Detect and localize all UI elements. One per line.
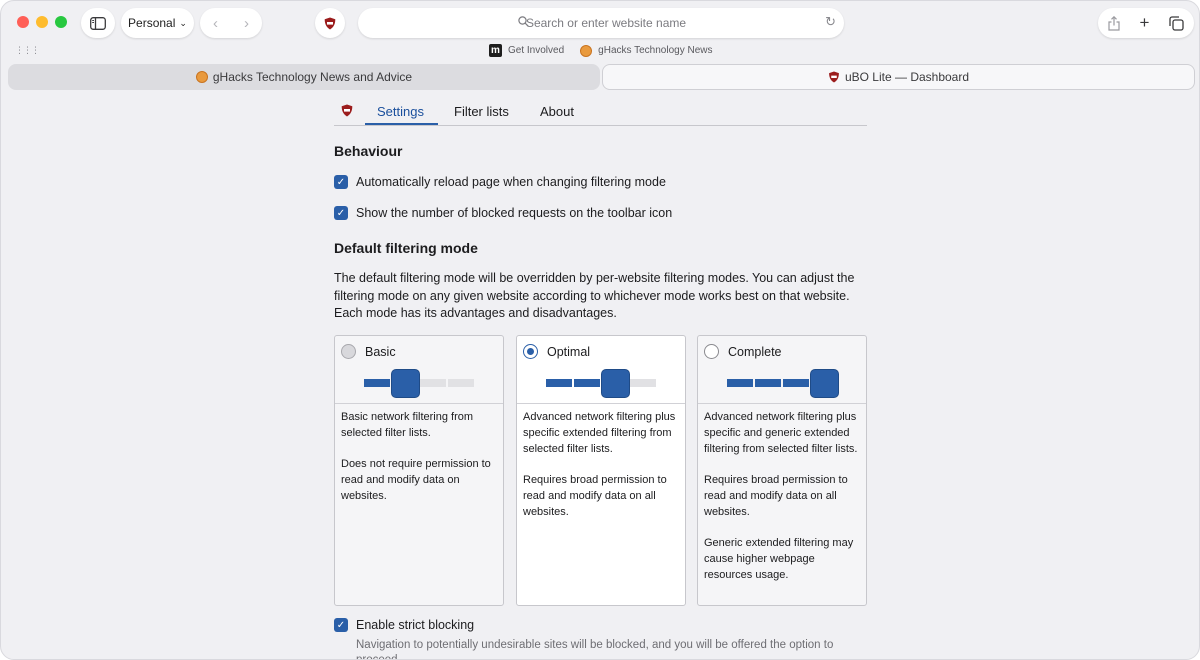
- mode-paragraph: Advanced network filtering plus specific…: [523, 411, 676, 455]
- slider-knob: [602, 370, 629, 397]
- mode-card-header: Optimal: [517, 336, 685, 404]
- navigation-buttons: ‹ ›: [200, 8, 262, 38]
- slider-segment: [783, 379, 809, 387]
- toolbar-right-group: +: [1098, 8, 1194, 38]
- mode-card-header: Complete: [698, 336, 866, 404]
- sidebar-toggle-button[interactable]: [81, 8, 115, 38]
- strict-blocking-option[interactable]: ✓ Enable strict blocking: [334, 618, 474, 632]
- option-label: Automatically reload page when changing …: [356, 175, 666, 189]
- ublock-shield-icon: [829, 71, 839, 83]
- share-icon[interactable]: [1108, 15, 1120, 31]
- default-mode-heading: Default filtering mode: [334, 240, 478, 256]
- mode-card-optimal[interactable]: Optimal Advanced network filtering plus …: [516, 335, 686, 606]
- mode-paragraph: Requires broad permission to read and mo…: [523, 474, 667, 518]
- ghacks-logo-icon: [580, 44, 593, 57]
- mode-card-header: Basic: [335, 336, 503, 404]
- mode-description: Advanced network filtering plus specific…: [698, 404, 866, 590]
- plus-icon[interactable]: +: [1140, 13, 1150, 33]
- tab-bar: gHacks Technology News and Advice uBO Li…: [8, 64, 1195, 90]
- mode-paragraph: Basic network filtering from selected fi…: [341, 411, 474, 439]
- strict-blocking-description: Navigation to potentially undesirable si…: [356, 639, 834, 660]
- favorites-bar: m Get Involved gHacks Technology News: [489, 44, 712, 57]
- forward-arrow-icon[interactable]: ›: [244, 15, 249, 32]
- browser-toolbar: Personal ⌄ ‹ › Search or enter website n…: [1, 1, 1199, 63]
- profile-selector[interactable]: Personal ⌄: [121, 8, 194, 38]
- dashboard-content: Settings Filter lists About Behaviour ✓ …: [334, 97, 867, 659]
- slider-segment: [364, 379, 390, 387]
- minimize-window-button[interactable]: [36, 16, 48, 28]
- auto-reload-option[interactable]: ✓ Automatically reload page when changin…: [334, 175, 666, 189]
- slider-segment: [574, 379, 600, 387]
- radio-complete[interactable]: [704, 344, 719, 359]
- option-label: Show the number of blocked requests on t…: [356, 206, 673, 220]
- zoom-window-button[interactable]: [55, 16, 67, 28]
- behaviour-heading: Behaviour: [334, 143, 403, 159]
- tab-title: uBO Lite — Dashboard: [844, 70, 970, 84]
- radio-optimal[interactable]: [523, 344, 538, 359]
- browser-tab-active[interactable]: uBO Lite — Dashboard: [602, 64, 1195, 90]
- mode-paragraph: Requires broad permission to read and mo…: [704, 474, 848, 518]
- active-tab-indicator: [365, 123, 438, 125]
- checkbox-checked[interactable]: ✓: [334, 175, 348, 189]
- search-icon: [518, 16, 529, 27]
- m-logo-icon: m: [489, 44, 502, 57]
- dashboard-nav: Settings Filter lists About: [334, 97, 867, 126]
- address-bar[interactable]: Search or enter website name ↻: [358, 8, 844, 38]
- mode-paragraph: Advanced network filtering plus specific…: [704, 411, 858, 455]
- mode-level-slider: [727, 370, 838, 398]
- checkbox-checked[interactable]: ✓: [334, 618, 348, 632]
- default-mode-description: The default filtering mode will be overr…: [334, 271, 855, 320]
- tab-title: gHacks Technology News and Advice: [212, 70, 413, 84]
- mode-level-slider: [364, 370, 475, 398]
- mode-paragraph: Generic extended filtering may cause hig…: [704, 537, 854, 581]
- browser-tab[interactable]: gHacks Technology News and Advice: [8, 64, 600, 90]
- close-window-button[interactable]: [17, 16, 29, 28]
- mode-card-complete[interactable]: Complete Advanced network filtering plus…: [697, 335, 867, 606]
- option-label: Enable strict blocking: [356, 618, 475, 632]
- slider-segment: [727, 379, 753, 387]
- sidebar-toggle-icon: [90, 16, 106, 30]
- tab-settings[interactable]: Settings: [377, 104, 424, 119]
- ghacks-logo-icon: [195, 71, 208, 83]
- slider-knob: [392, 370, 419, 397]
- profile-label: Personal: [128, 16, 176, 30]
- blocked-count-option[interactable]: ✓ Show the number of blocked requests on…: [334, 206, 672, 220]
- tab-about[interactable]: About: [540, 104, 574, 119]
- slider-segment: [630, 379, 656, 387]
- mode-label: Optimal: [547, 345, 591, 359]
- mode-paragraph: Does not require permission to read and …: [341, 458, 491, 502]
- reload-icon[interactable]: ↻: [825, 14, 836, 30]
- slider-segment: [755, 379, 781, 387]
- slider-segment: [448, 379, 474, 387]
- tab-overview-icon[interactable]: [1169, 15, 1184, 31]
- ublock-shield-icon: [324, 17, 336, 29]
- mode-description: Basic network filtering from selected fi…: [335, 404, 503, 511]
- favorite-label: Get Involved: [508, 45, 565, 56]
- radio-basic[interactable]: [341, 344, 356, 359]
- ublock-extension-button[interactable]: [315, 8, 345, 38]
- favorites-grid-icon[interactable]: ⋮⋮⋮: [15, 45, 40, 56]
- mode-label: Basic: [365, 345, 396, 359]
- filtering-mode-cards: Basic Basic network filtering from selec…: [334, 335, 867, 606]
- slider-segment: [546, 379, 572, 387]
- browser-window: Personal ⌄ ‹ › Search or enter website n…: [0, 0, 1200, 660]
- ublock-shield-icon: [341, 104, 353, 117]
- slider-segment: [420, 379, 446, 387]
- favorite-item[interactable]: m Get Involved: [489, 44, 564, 57]
- mode-label: Complete: [728, 345, 782, 359]
- mode-description: Advanced network filtering plus specific…: [517, 404, 685, 527]
- slider-knob: [811, 370, 838, 397]
- tab-filter-lists[interactable]: Filter lists: [454, 104, 509, 119]
- checkbox-checked[interactable]: ✓: [334, 206, 348, 220]
- favorite-item[interactable]: gHacks Technology News: [580, 44, 712, 57]
- mode-level-slider: [546, 370, 657, 398]
- mode-card-basic[interactable]: Basic Basic network filtering from selec…: [334, 335, 504, 606]
- favorite-label: gHacks Technology News: [598, 45, 713, 56]
- chevron-down-icon: ⌄: [179, 17, 187, 28]
- back-arrow-icon[interactable]: ‹: [213, 15, 218, 32]
- address-placeholder: Search or enter website name: [525, 16, 687, 30]
